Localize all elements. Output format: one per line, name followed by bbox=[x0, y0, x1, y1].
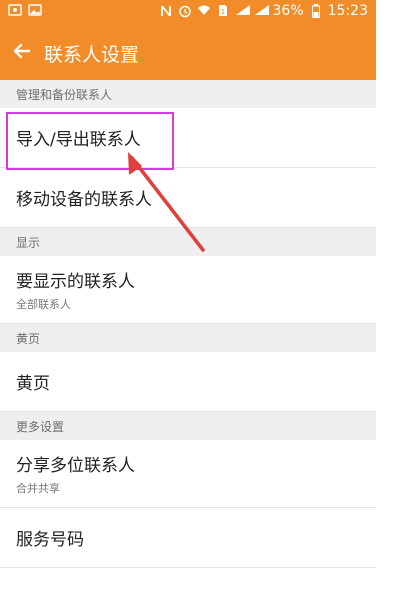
screen: 1 36% 15:23 联系人设置 管理和备份联系人 导入/导出联系人 移动设备… bbox=[0, 0, 376, 616]
image-icon bbox=[28, 4, 42, 18]
section-header-yellowpages: 黄页 bbox=[0, 324, 376, 352]
item-summary: 全部联系人 bbox=[16, 298, 71, 311]
item-label: 服务号码 bbox=[16, 530, 84, 550]
section-header-display: 显示 bbox=[0, 228, 376, 256]
wifi-icon bbox=[197, 4, 211, 18]
battery-text: 36% bbox=[272, 3, 304, 19]
photo-icon bbox=[8, 4, 22, 18]
status-bar: 1 36% 15:23 bbox=[0, 0, 376, 26]
page-title: 联系人设置 bbox=[44, 43, 140, 66]
service-numbers[interactable]: 服务号码 bbox=[0, 508, 376, 568]
svg-text:1: 1 bbox=[220, 8, 224, 16]
contacts-to-display[interactable]: 要显示的联系人 全部联系人 bbox=[0, 256, 376, 324]
yellow-pages[interactable]: 黄页 bbox=[0, 352, 376, 412]
app-bar: 联系人设置 bbox=[0, 26, 376, 80]
status-left bbox=[8, 4, 42, 18]
item-label: 要显示的联系人 bbox=[16, 272, 135, 292]
item-label: 移动设备的联系人 bbox=[16, 190, 152, 210]
share-multiple-contacts[interactable]: 分享多位联系人 合并共享 bbox=[0, 440, 376, 508]
signal-2-icon bbox=[254, 4, 269, 18]
item-label: 黄页 bbox=[16, 374, 50, 394]
item-summary: 合并共享 bbox=[16, 482, 60, 495]
section-header-manage: 管理和备份联系人 bbox=[0, 80, 376, 108]
clock: 15:23 bbox=[327, 3, 368, 19]
highlight-box bbox=[6, 112, 174, 170]
battery-icon bbox=[309, 4, 323, 18]
alarm-icon bbox=[178, 4, 192, 18]
device-contacts[interactable]: 移动设备的联系人 bbox=[0, 168, 376, 228]
back-button[interactable] bbox=[0, 26, 44, 80]
nfc-icon bbox=[159, 4, 173, 18]
signal-icon bbox=[235, 4, 250, 18]
status-right: 1 36% 15:23 bbox=[159, 3, 368, 19]
arrow-left-icon bbox=[12, 41, 32, 65]
section-header-more: 更多设置 bbox=[0, 412, 376, 440]
sim-icon: 1 bbox=[216, 4, 230, 18]
item-label: 分享多位联系人 bbox=[16, 456, 135, 476]
